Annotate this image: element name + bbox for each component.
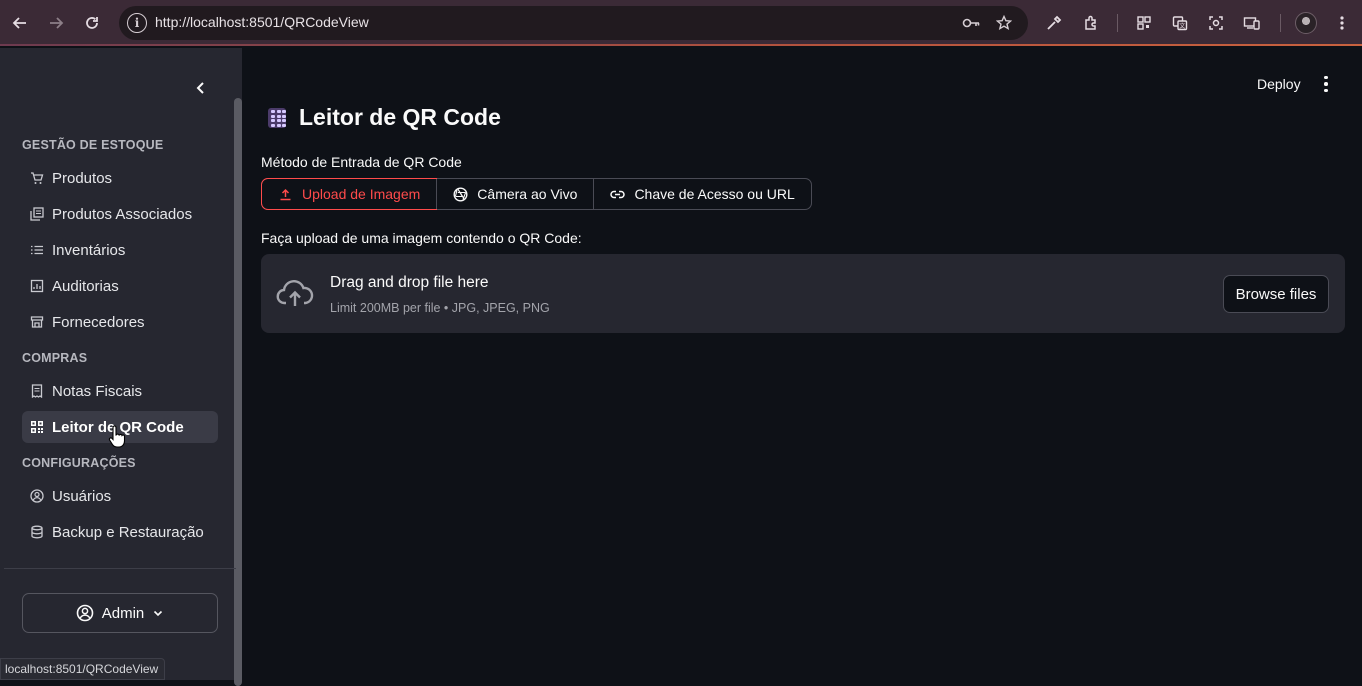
site-info-icon[interactable]: i	[127, 13, 147, 33]
collapse-sidebar-icon[interactable]	[188, 76, 212, 100]
bookmark-star-icon[interactable]	[994, 13, 1014, 33]
url-text[interactable]: http://localhost:8501/QRCodeView	[155, 14, 369, 30]
option-upload-image[interactable]: Upload de Imagem	[260, 178, 438, 210]
file-dropzone[interactable]: Drag and drop file here Limit 200MB per …	[261, 254, 1345, 333]
section-title-configuracoes: CONFIGURAÇÕES	[22, 456, 136, 470]
reload-icon[interactable]	[80, 11, 104, 35]
sidebar-scrollbar[interactable]	[234, 98, 242, 686]
sidebar-item-produtos[interactable]: Produtos	[22, 162, 218, 194]
sidebar-item-label: Auditorias	[52, 277, 119, 295]
upload-icon	[278, 187, 293, 202]
sidebar-item-fornecedores[interactable]: Fornecedores	[22, 306, 218, 338]
browse-files-button[interactable]: Browse files	[1223, 275, 1329, 313]
receipt-icon	[31, 384, 43, 398]
dropzone-title: Drag and drop file here	[330, 274, 489, 291]
link-preview-status: localhost:8501/QRCodeView	[0, 658, 166, 680]
option-access-key-url[interactable]: Chave de Acesso ou URL	[593, 179, 810, 209]
hand-cursor-icon	[108, 425, 126, 448]
sidebar-item-auditorias[interactable]: Auditorias	[22, 270, 218, 302]
chevron-down-icon	[154, 610, 163, 617]
section-title-compras: COMPRAS	[22, 351, 88, 365]
toolbar-divider	[1280, 14, 1281, 32]
sidebar-item-label: Produtos Associados	[52, 205, 193, 223]
page-title: Leitor de QR Code	[299, 104, 501, 130]
sidebar-item-label: Backup e Restauração	[52, 523, 204, 541]
sidebar-divider	[4, 568, 236, 569]
dropzone-subtitle: Limit 200MB per file • JPG, JPEG, PNG	[330, 301, 550, 315]
browser-toolbar: i http://localhost:8501/QRCodeView 文	[0, 0, 1362, 46]
sidebar-item-usuarios[interactable]: Usuários	[22, 480, 218, 512]
database-icon	[31, 525, 43, 539]
sidebar-item-backup-restauracao[interactable]: Backup e Restauração	[22, 516, 218, 548]
back-icon[interactable]	[8, 11, 32, 35]
profile-avatar[interactable]	[1295, 12, 1317, 34]
sidebar-item-label: Usuários	[52, 487, 112, 505]
sidebar-item-label: Inventários	[52, 241, 126, 259]
link-icon	[610, 187, 626, 202]
input-method-selector: Upload de Imagem Câmera ao Vivo Chave de…	[260, 178, 812, 210]
abacus-icon	[268, 108, 286, 128]
option-label: Upload de Imagem	[302, 186, 421, 202]
option-label: Chave de Acesso ou URL	[634, 186, 795, 202]
eyedropper-icon[interactable]	[1042, 11, 1066, 35]
browser-menu-icon[interactable]	[1330, 11, 1354, 35]
extensions-icon[interactable]	[1079, 11, 1103, 35]
forward-icon[interactable]	[44, 11, 68, 35]
sidebar-item-label: Produtos	[52, 169, 113, 187]
address-bar[interactable]: i http://localhost:8501/QRCodeView	[119, 6, 1028, 40]
account-circle-icon	[30, 489, 44, 503]
camera-shutter-icon	[453, 186, 468, 202]
cast-devices-icon[interactable]	[1240, 11, 1264, 35]
translate-icon[interactable]: 文	[1168, 11, 1192, 35]
toolbar-divider	[1117, 14, 1118, 32]
cart-icon	[31, 172, 44, 184]
screenshot-icon[interactable]	[1204, 11, 1228, 35]
audit-icon	[30, 279, 44, 293]
method-label: Método de Entrada de QR Code	[261, 154, 462, 170]
qr-scan-icon[interactable]	[1132, 11, 1156, 35]
sidebar-item-produtos-associados[interactable]: Produtos Associados	[22, 198, 218, 230]
cloud-upload-icon	[276, 280, 314, 306]
password-key-icon[interactable]	[961, 13, 981, 33]
section-title-estoque: GESTÃO DE ESTOQUE	[22, 138, 164, 152]
sidebar-item-inventarios[interactable]: Inventários	[22, 234, 218, 266]
sidebar-item-notas-fiscais[interactable]: Notas Fiscais	[22, 375, 218, 407]
option-label: Câmera ao Vivo	[477, 186, 578, 202]
deploy-button[interactable]: Deploy	[1257, 76, 1301, 92]
option-live-camera[interactable]: Câmera ao Vivo	[436, 179, 593, 209]
main-menu-icon[interactable]	[1316, 74, 1336, 94]
sidebar: GESTÃO DE ESTOQUE Produtos Produtos Asso…	[0, 48, 242, 686]
account-circle-icon	[76, 604, 94, 622]
store-icon	[30, 316, 44, 328]
sidebar-item-label: Fornecedores	[52, 313, 145, 331]
sidebar-item-label: Notas Fiscais	[52, 382, 143, 400]
admin-user-button[interactable]: Admin	[22, 593, 218, 633]
library-icon	[30, 207, 44, 221]
list-icon	[31, 245, 43, 255]
admin-button-label: Admin	[101, 604, 145, 622]
svg-text:文: 文	[1179, 22, 1185, 30]
qr-code-icon	[31, 421, 43, 433]
upload-label: Faça upload de uma imagem contendo o QR …	[261, 230, 582, 246]
